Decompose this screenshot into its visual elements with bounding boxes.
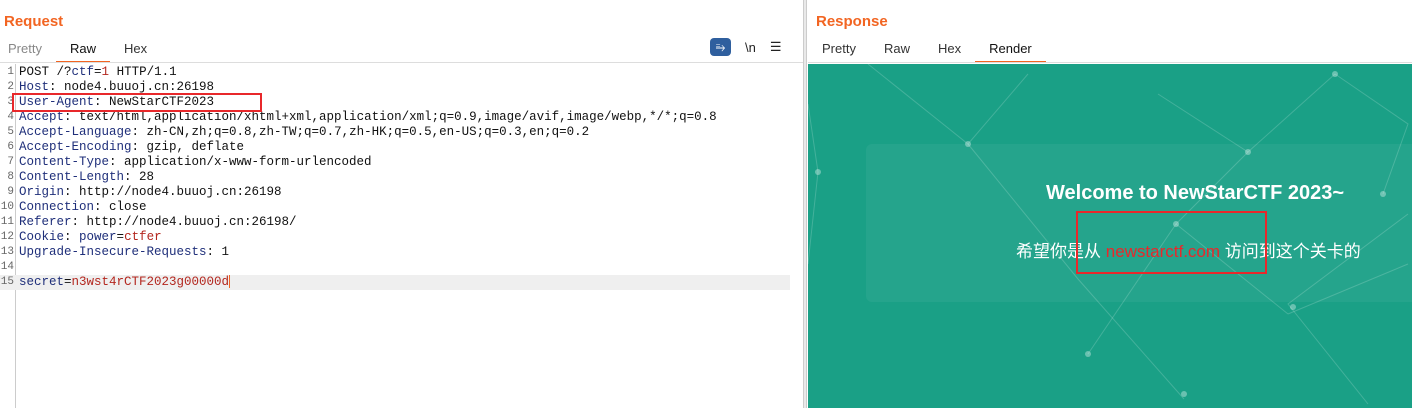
code-token: ctf [71, 65, 95, 79]
code-token: Referer [19, 215, 72, 229]
line-code: Accept: text/html,application/xhtml+xml,… [19, 110, 717, 125]
line-code: Origin: http://node4.buuoj.cn:26198 [19, 185, 282, 200]
request-line: 4 Accept: text/html,application/xhtml+xml… [0, 110, 790, 125]
code-token: Content-Type [19, 155, 110, 169]
line-number: 8 [7, 171, 14, 183]
request-line: 15 secret=n3wst4rCTF2023g00000d [0, 275, 790, 290]
response-tabs: Pretty Raw Hex Render [808, 38, 1046, 63]
divider [0, 62, 803, 63]
code-token: : http://node4.buuoj.cn:26198 [64, 185, 282, 199]
code-token: Connection [19, 200, 95, 214]
line-code: Cookie: power=ctfer [19, 230, 162, 245]
tab-raw[interactable]: Raw [870, 38, 924, 63]
code-token: : node4.buuoj.cn:26198 [49, 80, 215, 94]
line-number: 15 [0, 276, 14, 288]
request-line: 14 [0, 260, 790, 275]
tab-raw[interactable]: Raw [55, 38, 110, 63]
tab-pretty[interactable]: Pretty [0, 38, 56, 63]
render-view: Welcome to NewStarCTF 2023~ 希望你是从 newsta… [808, 64, 1412, 408]
tab-hex[interactable]: Hex [110, 38, 161, 63]
word-wrap-icon[interactable]: ⥱ [710, 38, 731, 56]
request-line: 11 Referer: http://node4.buuoj.cn:26198/ [0, 215, 790, 230]
code-token: : 1 [206, 245, 230, 259]
line-number: 9 [7, 186, 14, 198]
highlight-box-user-agent [12, 93, 262, 112]
request-line: 5 Accept-Language: zh-CN,zh;q=0.8,zh-TW;q… [0, 125, 790, 140]
request-line: 6 Accept-Encoding: gzip, deflate [0, 140, 790, 155]
code-token: n3wst4rCTF2023g00000d [71, 275, 230, 289]
request-title: Request [4, 13, 64, 30]
line-number: 1 [7, 66, 14, 78]
request-tabs: Pretty Raw Hex [0, 38, 161, 63]
code-token: = [64, 275, 72, 289]
newline-toggle[interactable]: \n [745, 40, 756, 55]
line-code: Referer: http://node4.buuoj.cn:26198/ [19, 215, 297, 230]
request-line: 1 POST /?ctf=1 HTTP/1.1 [0, 65, 790, 80]
line-code: POST /?ctf=1 HTTP/1.1 [19, 65, 177, 80]
code-token: 1 [101, 65, 110, 79]
code-token: Origin [19, 185, 65, 199]
request-line: 8 Content-Length: 28 [0, 170, 790, 185]
line-number: 5 [7, 126, 14, 138]
line-code: Accept-Encoding: gzip, deflate [19, 140, 244, 155]
code-token: : gzip, deflate [131, 140, 245, 154]
request-editor[interactable]: 1 POST /?ctf=1 HTTP/1.1 2 Host: node4.buuoj… [0, 64, 800, 408]
line-number: 6 [7, 141, 14, 153]
code-token: = [94, 65, 102, 79]
code-token: secret [19, 275, 65, 289]
code-token: Accept [19, 110, 65, 124]
code-token: Upgrade-Insecure-Requests [19, 245, 207, 259]
request-line: 13 Upgrade-Insecure-Requests: 1 [0, 245, 790, 260]
code-token: Host [19, 80, 50, 94]
code-token: : http://node4.buuoj.cn:26198/ [71, 215, 297, 229]
line-number: 14 [0, 261, 14, 273]
code-token: POST /? [19, 65, 72, 79]
line-number: 13 [0, 246, 14, 258]
code-token: = [116, 230, 125, 244]
tab-hex[interactable]: Hex [924, 38, 975, 63]
code-token: Content-Length [19, 170, 125, 184]
tab-render[interactable]: Render [975, 38, 1046, 63]
hamburger-menu-icon[interactable]: ☰ [770, 39, 782, 55]
code-token: : text/html,application/xhtml+xml,applic… [64, 110, 717, 124]
code-token: Cookie [19, 230, 65, 244]
code-token: power [79, 230, 117, 244]
code-token: HTTP/1.1 [109, 65, 177, 79]
request-line: 12 Cookie: power=ctfer [0, 230, 790, 245]
line-code: Accept-Language: zh-CN,zh;q=0.8,zh-TW;q=… [19, 125, 589, 140]
line-number: 11 [0, 216, 14, 228]
code-token: : application/x-www-form-urlencoded [109, 155, 372, 169]
tab-pretty[interactable]: Pretty [808, 38, 870, 63]
line-number: 10 [0, 201, 14, 213]
welcome-heading: Welcome to NewStarCTF 2023~ [1046, 182, 1345, 204]
code-token: : zh-CN,zh;q=0.8,zh-TW;q=0.7,zh-HK;q=0.5… [131, 125, 590, 139]
line-number: 4 [7, 111, 14, 123]
line-number: 12 [0, 231, 14, 243]
editor-toolbar: ⥱ \n ☰ [710, 38, 782, 56]
line-code: Upgrade-Insecure-Requests: 1 [19, 245, 229, 260]
line-code: Connection: close [19, 200, 147, 215]
code-token: : close [94, 200, 147, 214]
code-token: : [64, 230, 80, 244]
request-line: 9 Origin: http://node4.buuoj.cn:26198 [0, 185, 790, 200]
line-code: secret=n3wst4rCTF2023g00000d [19, 275, 231, 290]
line-code: Content-Type: application/x-www-form-url… [19, 155, 372, 170]
line-code: Content-Length: 28 [19, 170, 154, 185]
code-token: : 28 [124, 170, 155, 184]
line-number: 7 [7, 156, 14, 168]
request-line: 10 Connection: close [0, 200, 790, 215]
text-caret [229, 275, 231, 289]
highlight-box-domain [1076, 211, 1267, 274]
response-title: Response [816, 13, 888, 30]
request-line: 7 Content-Type: application/x-www-form-ur… [0, 155, 790, 170]
code-token: ctfer [124, 230, 162, 244]
divider [808, 62, 1412, 63]
code-token: Accept-Language [19, 125, 132, 139]
code-token: Accept-Encoding [19, 140, 132, 154]
pane-splitter[interactable] [803, 0, 807, 408]
